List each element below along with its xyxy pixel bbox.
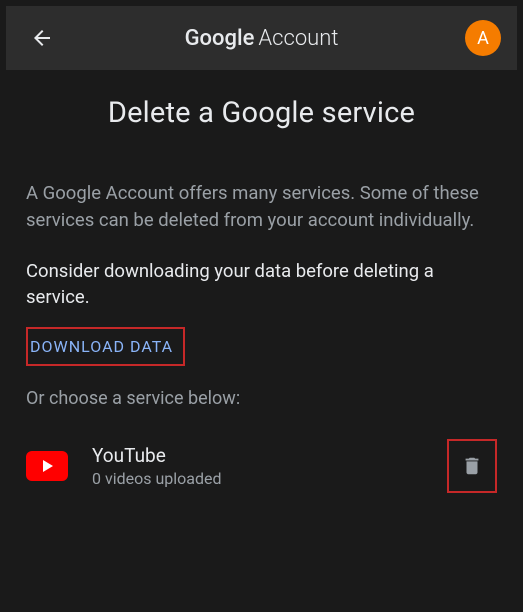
youtube-icon (26, 451, 68, 481)
choose-service-label: Or choose a service below: (26, 388, 497, 409)
trash-icon (461, 454, 483, 478)
avatar[interactable]: A (465, 20, 501, 56)
page-title: Delete a Google service (26, 96, 497, 130)
avatar-initial: A (477, 28, 489, 49)
main-content: Delete a Google service A Google Account… (6, 70, 517, 523)
header-title-light: Account (258, 26, 338, 51)
header-title: Google Account (185, 26, 339, 51)
header-title-bold: Google (185, 26, 255, 51)
service-name: YouTube (92, 444, 423, 467)
download-instruction: Consider downloading your data before de… (26, 258, 497, 312)
service-row-youtube: YouTube 0 videos uploaded (26, 435, 497, 497)
service-detail: 0 videos uploaded (92, 469, 423, 488)
arrow-left-icon (30, 26, 54, 50)
app-header: Google Account A (6, 6, 517, 70)
delete-service-button[interactable] (447, 439, 497, 493)
service-description: A Google Account offers many services. S… (26, 180, 497, 234)
download-data-link[interactable]: DOWNLOAD DATA (26, 327, 185, 366)
back-button[interactable] (22, 18, 62, 58)
service-info: YouTube 0 videos uploaded (92, 444, 423, 488)
